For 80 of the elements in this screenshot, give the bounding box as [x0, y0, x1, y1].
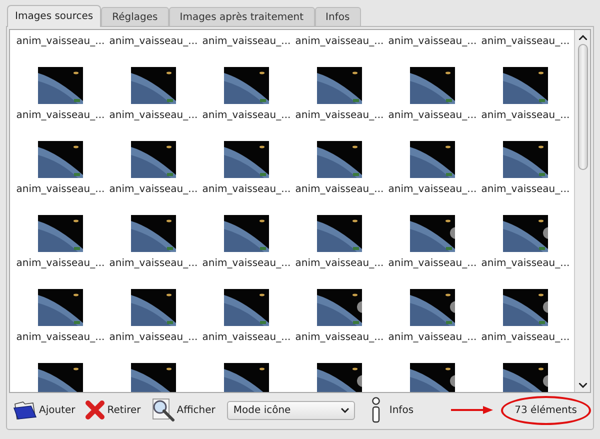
photo-placeholder [317, 141, 362, 178]
thumbnail-label[interactable]: anim_vaisseau_... [109, 256, 198, 271]
thumbnail-label[interactable]: anim_vaisseau_... [295, 330, 384, 345]
photo-placeholder [38, 363, 83, 392]
thumbnail-label[interactable]: anim_vaisseau_... [202, 330, 291, 345]
photo-placeholder [410, 289, 455, 326]
scroll-up-icon[interactable] [578, 35, 586, 40]
info-icon [371, 397, 382, 423]
search-icon [150, 398, 175, 422]
thumbnail-label[interactable]: anim_vaisseau_... [202, 256, 291, 271]
photo-placeholder [131, 215, 176, 252]
scroll-down-icon[interactable] [578, 383, 586, 388]
photo-placeholder [131, 363, 176, 392]
photo-placeholder [410, 215, 455, 252]
photo-placeholder [131, 289, 176, 326]
thumbnail-label[interactable]: anim_vaisseau_... [16, 108, 105, 123]
photo-placeholder [503, 215, 548, 252]
thumbnail-label[interactable]: anim_vaisseau_... [202, 108, 291, 123]
photo-placeholder [317, 67, 362, 104]
folder-icon [13, 400, 37, 420]
thumbnail-label[interactable]: anim_vaisseau_... [481, 330, 570, 345]
close-icon [85, 400, 106, 420]
info-button[interactable]: Infos [367, 396, 418, 424]
thumbnail-label[interactable]: anim_vaisseau_... [388, 34, 477, 49]
photo-placeholder [224, 215, 269, 252]
item-count: 73 éléments [500, 396, 591, 424]
tab[interactable]: Réglages [101, 7, 169, 26]
add-button[interactable]: Ajouter [11, 396, 78, 424]
thumbnail-label[interactable]: anim_vaisseau_... [16, 330, 105, 345]
scrollbar[interactable] [574, 30, 590, 392]
thumbnail-label[interactable]: anim_vaisseau_... [109, 34, 198, 49]
photo-placeholder [503, 289, 548, 326]
tab[interactable]: Images sources [7, 5, 102, 27]
thumbnail-label[interactable]: anim_vaisseau_... [16, 34, 105, 49]
thumbnail-label[interactable]: anim_vaisseau_... [16, 182, 105, 197]
photo-placeholder [503, 141, 548, 178]
photo-placeholder [317, 363, 362, 392]
thumbnail-label[interactable]: anim_vaisseau_... [481, 34, 570, 49]
view-button[interactable]: Afficher [148, 396, 218, 424]
thumbnail-label[interactable]: anim_vaisseau_... [16, 256, 105, 271]
photo-placeholder [224, 67, 269, 104]
photo-placeholder [317, 215, 362, 252]
thumbnail-label[interactable]: anim_vaisseau_... [109, 330, 198, 345]
caret-icon [341, 408, 350, 412]
thumbnail-label[interactable]: anim_vaisseau_... [388, 182, 477, 197]
tab[interactable]: Infos [314, 7, 361, 26]
scrollbar-thumb[interactable] [578, 44, 588, 170]
photo-placeholder [131, 67, 176, 104]
photo-placeholder [38, 289, 83, 326]
thumbnail-label[interactable]: anim_vaisseau_... [202, 34, 291, 49]
photo-placeholder [224, 363, 269, 392]
thumbnail-label[interactable]: anim_vaisseau_... [295, 256, 384, 271]
photo-placeholder [224, 141, 269, 178]
thumbnail-label[interactable]: anim_vaisseau_... [481, 108, 570, 123]
remove-button[interactable]: Retirer [83, 396, 143, 424]
thumbnail-label[interactable]: anim_vaisseau_... [481, 256, 570, 271]
thumbnail-label[interactable]: anim_vaisseau_... [388, 108, 477, 123]
thumbnail-label[interactable]: anim_vaisseau_... [388, 256, 477, 271]
photo-placeholder [503, 363, 548, 392]
thumbnail-label[interactable]: anim_vaisseau_... [202, 182, 291, 197]
thumbnail-label[interactable]: anim_vaisseau_... [295, 182, 384, 197]
photo-placeholder [317, 289, 362, 326]
photo-placeholder [38, 141, 83, 178]
thumbnail-label[interactable]: anim_vaisseau_... [295, 34, 384, 49]
photo-placeholder [410, 363, 455, 392]
thumbnail-label[interactable]: anim_vaisseau_... [295, 108, 384, 123]
photo-placeholder [38, 67, 83, 104]
tab[interactable]: Images après traitement [168, 7, 315, 26]
view-mode-dropdown[interactable]: Mode icône [227, 400, 356, 420]
photo-placeholder [131, 141, 176, 178]
photo-placeholder [410, 67, 455, 104]
photo-placeholder [503, 67, 548, 104]
thumbnail-label[interactable]: anim_vaisseau_... [109, 182, 198, 197]
photo-placeholder [38, 215, 83, 252]
thumbnail-label[interactable]: anim_vaisseau_... [109, 108, 198, 123]
photo-placeholder [224, 289, 269, 326]
photo-placeholder [410, 141, 455, 178]
arrow-drawing [450, 406, 493, 414]
thumbnail-label[interactable]: anim_vaisseau_... [388, 330, 477, 345]
thumbnail-label[interactable]: anim_vaisseau_... [481, 182, 570, 197]
